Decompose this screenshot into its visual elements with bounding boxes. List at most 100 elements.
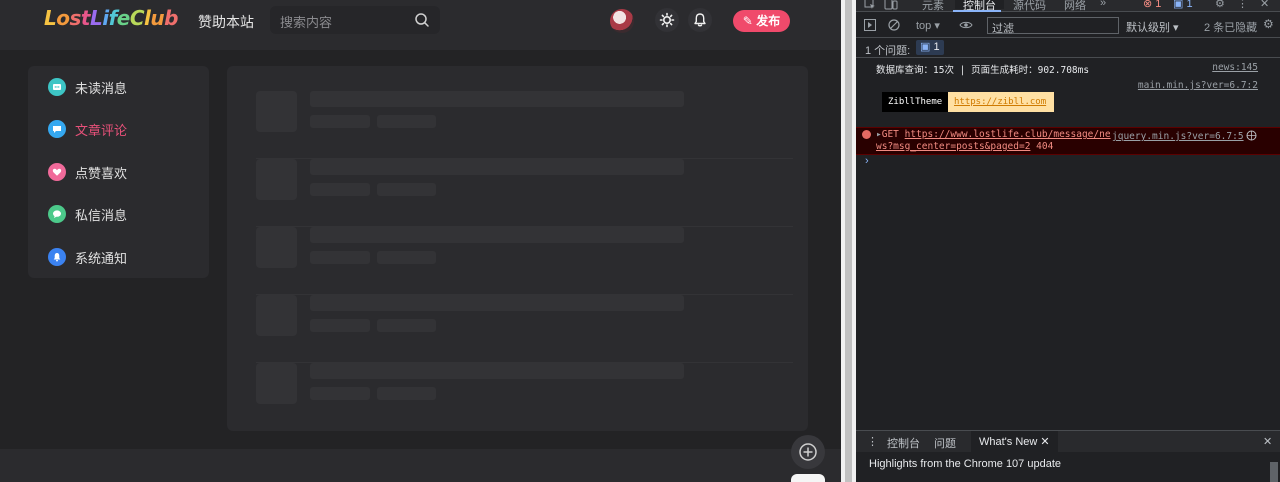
message-count-badge[interactable]: ▣ 1 xyxy=(1173,0,1193,10)
chat-icon xyxy=(48,205,66,223)
filter-input[interactable]: 过滤 xyxy=(987,17,1119,35)
skeleton-line xyxy=(310,363,684,379)
sidebar-item-system[interactable]: 系统通知 xyxy=(48,245,198,269)
error-status-code: 404 xyxy=(1036,141,1054,152)
sidebar-item-label: 私信消息 xyxy=(75,208,128,223)
drawer-menu-icon[interactable]: ⋮ xyxy=(867,435,878,448)
drawer-scrollbar[interactable] xyxy=(1270,462,1278,482)
drawer-tab-whats-new[interactable]: What's New ✕ xyxy=(971,431,1058,453)
issues-count: 1 xyxy=(933,41,940,53)
screen: LostLifeClub 赞助本站 搜索内容 ✎ 发布 未读消息 文章评论 点赞… xyxy=(0,0,1280,482)
device-toggle-icon[interactable] xyxy=(884,0,898,10)
site-logo[interactable]: LostLifeClub xyxy=(44,6,178,30)
more-tabs-icon[interactable]: » xyxy=(1100,0,1106,9)
search-icon[interactable] xyxy=(414,12,430,28)
log-level-select[interactable]: 默认级别 ▾ xyxy=(1126,19,1179,35)
kebab-menu-icon[interactable]: ⋮ xyxy=(1237,0,1248,10)
skeleton-thumb xyxy=(256,91,297,132)
theme-toggle-button[interactable] xyxy=(655,8,679,32)
console-settings-gear-icon[interactable]: ⚙ xyxy=(1263,17,1274,31)
active-tab-indicator xyxy=(953,10,1001,12)
drawer-tab-issues[interactable]: 问题 xyxy=(934,435,956,451)
search-input[interactable]: 搜索内容 xyxy=(280,12,332,31)
message-icon xyxy=(48,78,66,96)
skeleton-line xyxy=(310,115,370,128)
nav-sponsor-link[interactable]: 赞助本站 xyxy=(198,12,254,32)
error-count: 1 xyxy=(1155,0,1162,10)
tab-network[interactable]: 网络 xyxy=(1064,0,1086,13)
tab-console[interactable]: 控制台 xyxy=(955,0,1004,12)
devtools-tabbar: 元素 控制台 源代码 网络 » ⊗ 1 ▣ 1 ⚙ ⋮ ✕ xyxy=(856,0,1280,12)
error-count-badge[interactable]: ⊗ 1 xyxy=(1143,0,1161,10)
error-url-part2: ws?msg_center=posts&paged=2 xyxy=(876,141,1031,152)
sidebar-item-label: 系统通知 xyxy=(75,251,128,266)
site-header: LostLifeClub 赞助本站 搜索内容 ✎ 发布 xyxy=(0,0,841,50)
sidebar-item-unread[interactable]: 未读消息 xyxy=(48,75,198,99)
page-scrollbar[interactable] xyxy=(841,0,856,482)
skeleton-line xyxy=(310,183,370,196)
clear-console-icon[interactable] xyxy=(888,19,900,31)
context-select[interactable]: top ▾ xyxy=(916,19,940,32)
skeleton-row xyxy=(256,363,793,431)
publish-button[interactable]: ✎ 发布 xyxy=(733,10,790,32)
message-list-skeleton xyxy=(227,66,808,431)
sidebar-item-private-messages[interactable]: 私信消息 xyxy=(48,202,198,226)
skeleton-row xyxy=(256,91,793,159)
error-message: ▸GET https://www.lostlife.club/message/n… xyxy=(876,129,1116,153)
sidebar-toggle-icon[interactable] xyxy=(864,19,876,31)
tab-elements[interactable]: 元素 xyxy=(922,0,944,13)
sidebar-item-likes[interactable]: 点赞喜欢 xyxy=(48,160,198,184)
console-source-link[interactable]: main.min.js?ver=6.7:2 xyxy=(1138,80,1258,91)
scrollbar-thumb[interactable] xyxy=(845,0,852,482)
pencil-icon: ✎ xyxy=(742,14,753,28)
sidebar-item-label: 未读消息 xyxy=(75,81,128,96)
error-icon xyxy=(862,130,871,139)
error-source-link[interactable]: jquery.min.js?ver=6.7:5 xyxy=(1112,131,1244,142)
console-source-link[interactable]: news:145 xyxy=(1212,62,1258,73)
skeleton-thumb xyxy=(256,227,297,268)
skeleton-thumb xyxy=(256,159,297,200)
issues-bar: 1 个问题: ▣ 1 xyxy=(856,38,1280,58)
bell-icon xyxy=(694,13,706,27)
heart-icon xyxy=(48,163,66,181)
skeleton-row xyxy=(256,295,793,363)
float-top-button[interactable] xyxy=(791,474,825,482)
avatar[interactable] xyxy=(610,9,634,33)
close-tab-icon[interactable]: ✕ xyxy=(1040,436,1049,448)
sidebar-item-label: 点赞喜欢 xyxy=(75,166,128,181)
skeleton-line xyxy=(377,251,436,264)
sun-icon xyxy=(659,12,675,28)
skeleton-row xyxy=(256,159,793,227)
notification-button[interactable] xyxy=(688,8,712,32)
issues-badge[interactable]: ▣ 1 xyxy=(916,40,944,55)
context-value: top xyxy=(916,20,932,32)
float-add-button[interactable] xyxy=(791,435,825,469)
close-drawer-icon[interactable]: ✕ xyxy=(1263,435,1272,448)
skeleton-line xyxy=(377,387,436,400)
skeleton-line xyxy=(310,91,684,107)
skeleton-line xyxy=(310,295,684,311)
skeleton-line xyxy=(310,227,684,243)
skeleton-line xyxy=(377,183,436,196)
skeleton-line xyxy=(310,159,684,175)
whats-new-panel: Highlights from the Chrome 107 update xyxy=(856,452,1280,482)
zibll-link[interactable]: https://zibll.com xyxy=(948,92,1054,112)
skeleton-line xyxy=(377,115,436,128)
search-box[interactable]: 搜索内容 xyxy=(270,6,440,34)
inspect-icon[interactable] xyxy=(864,0,876,10)
settings-gear-icon[interactable]: ⚙ xyxy=(1215,0,1225,10)
close-devtools-icon[interactable]: ✕ xyxy=(1260,0,1269,10)
network-request-icon[interactable] xyxy=(1246,130,1257,141)
skeleton-line xyxy=(377,319,436,332)
console-error-row: ▸GET https://www.lostlife.club/message/n… xyxy=(856,127,1280,155)
filter-placeholder: 过滤 xyxy=(992,23,1014,35)
tab-sources[interactable]: 源代码 xyxy=(1013,0,1046,13)
error-url-link[interactable]: https://www.lostlife.club/message/ne ws?m… xyxy=(876,129,1111,152)
sidebar-item-comments[interactable]: 文章评论 xyxy=(48,117,198,141)
drawer-tab-console[interactable]: 控制台 xyxy=(887,435,920,451)
console-toolbar: top ▾ 过滤 默认级别 ▾ 2 条已隐藏 ⚙ xyxy=(856,13,1280,38)
console-prompt[interactable]: › xyxy=(865,155,869,167)
log-level-value: 默认级别 xyxy=(1126,22,1170,34)
drawer-tabbar: ⋮ 控制台 问题 What's New ✕ ✕ xyxy=(856,430,1280,453)
eye-icon[interactable] xyxy=(959,20,973,30)
